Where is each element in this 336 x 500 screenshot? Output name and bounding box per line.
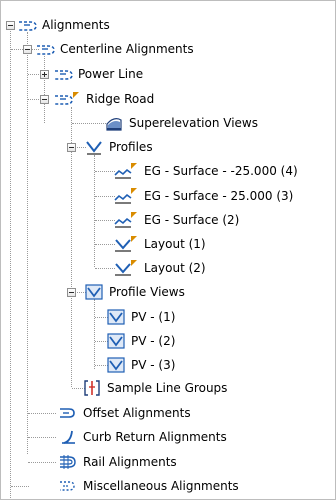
tree-connector (27, 32, 28, 454)
tree-node-centerline-alignments[interactable]: Centerline Alignments (36, 39, 194, 59)
surface-profile-icon (114, 162, 137, 180)
tree-node-profiles[interactable]: Profiles (85, 137, 153, 157)
tree-connector (94, 299, 95, 369)
sample-line-icon (83, 379, 101, 397)
tree-node-label: Centerline Alignments (60, 42, 194, 56)
tree-node-label: Ridge Road (86, 92, 155, 106)
tree-connector (28, 99, 39, 100)
tree-node-label: Layout (1) (144, 237, 206, 251)
collapse-toggle-ridge-road[interactable] (40, 95, 49, 104)
superelevation-view-icon (105, 114, 123, 132)
rail-alignment-icon (59, 453, 77, 471)
tree-node-offset-alignments[interactable]: Offset Alignments (59, 403, 191, 423)
tree-node-label: Profile Views (109, 285, 185, 299)
offset-alignment-icon (59, 404, 77, 422)
tree-connector (44, 56, 45, 123)
tree-node-label: PV - (1) (131, 310, 176, 324)
expand-toggle-power-line[interactable] (40, 70, 49, 79)
alignment-icon (54, 65, 73, 83)
tree-node-label: PV - (3) (131, 358, 176, 372)
tree-connector (95, 171, 115, 172)
tree-node-sample-line-groups[interactable]: Sample Line Groups (83, 378, 227, 398)
profile-icon (85, 138, 103, 156)
tree-node-label: Rail Alignments (83, 455, 177, 469)
tree-node-profile-item[interactable]: EG - Surface (2) (114, 210, 239, 230)
tree-connector (95, 196, 115, 197)
surface-profile-icon (114, 211, 137, 229)
collapse-toggle-alignments[interactable] (6, 21, 15, 30)
tree-node-pv-item[interactable]: PV - (2) (107, 331, 175, 351)
tree-node-curb-return-alignments[interactable]: Curb Return Alignments (59, 427, 227, 447)
tree-connector (28, 462, 56, 463)
tree-node-label: EG - Surface - -25.000 (4) (144, 164, 298, 178)
tree-node-profile-item[interactable]: Layout (2) (114, 258, 206, 278)
tree-connector (95, 268, 115, 269)
alignment-icon (18, 16, 37, 34)
tree-node-label: Curb Return Alignments (83, 430, 227, 444)
collapse-toggle-profiles[interactable] (67, 143, 76, 152)
layout-profile-icon (114, 235, 137, 253)
tree-connector (28, 413, 56, 414)
layout-profile-icon (114, 259, 137, 277)
prospector-tree-panel: Alignments Centerline Alignments Power L… (0, 0, 336, 500)
tree-node-label: Profiles (109, 140, 153, 154)
tree-node-power-line[interactable]: Power Line (54, 64, 143, 84)
tree-node-label: EG - Surface - 25.000 (3) (144, 189, 294, 203)
tree-node-pv-item[interactable]: PV - (3) (107, 355, 175, 375)
collapse-toggle-profile-views[interactable] (67, 288, 76, 297)
tree-node-miscellaneous-alignments[interactable]: Miscellaneous Alignments (59, 476, 239, 496)
tree-node-label: Power Line (78, 67, 144, 81)
misc-alignment-icon (59, 477, 77, 495)
curb-return-icon (59, 428, 77, 446)
alignment-icon (54, 90, 80, 108)
tree-connector (95, 244, 115, 245)
tree-connector (28, 437, 56, 438)
tree-node-rail-alignments[interactable]: Rail Alignments (59, 452, 177, 472)
tree-node-profile-item[interactable]: EG - Surface - 25.000 (3) (114, 186, 293, 206)
collapse-toggle-centerline[interactable] (23, 45, 32, 54)
tree-node-ridge-road[interactable]: Ridge Road (54, 89, 154, 109)
profile-view-icon (107, 308, 125, 326)
tree-node-label: Alignments (42, 18, 110, 32)
tree-node-superelevation-views[interactable]: Superelevation Views (105, 113, 258, 133)
profile-view-icon (85, 283, 103, 301)
tree-node-profile-item[interactable]: Layout (1) (114, 234, 206, 254)
tree-node-profile-item[interactable]: EG - Surface - -25.000 (4) (114, 161, 298, 181)
tree-connector (72, 123, 106, 124)
tree-node-profile-views[interactable]: Profile Views (85, 282, 185, 302)
profile-view-icon (107, 356, 125, 374)
tree-node-label: Layout (2) (144, 261, 206, 275)
tree-connector (10, 26, 11, 498)
alignment-icon (36, 40, 55, 58)
tree-node-label: Miscellaneous Alignments (83, 479, 239, 493)
tree-connector (28, 74, 39, 75)
tree-node-label: Offset Alignments (83, 406, 191, 420)
tree-node-label: PV - (2) (131, 334, 176, 348)
tree-connector (95, 220, 115, 221)
tree-connector (11, 486, 29, 487)
tree-node-label: Superelevation Views (129, 116, 258, 130)
surface-profile-icon (114, 187, 137, 205)
profile-view-icon (107, 332, 125, 350)
tree-node-alignments[interactable]: Alignments (18, 15, 110, 35)
tree-node-pv-item[interactable]: PV - (1) (107, 307, 175, 327)
tree-node-label: EG - Surface (2) (144, 213, 240, 227)
tree-node-label: Sample Line Groups (107, 381, 228, 395)
